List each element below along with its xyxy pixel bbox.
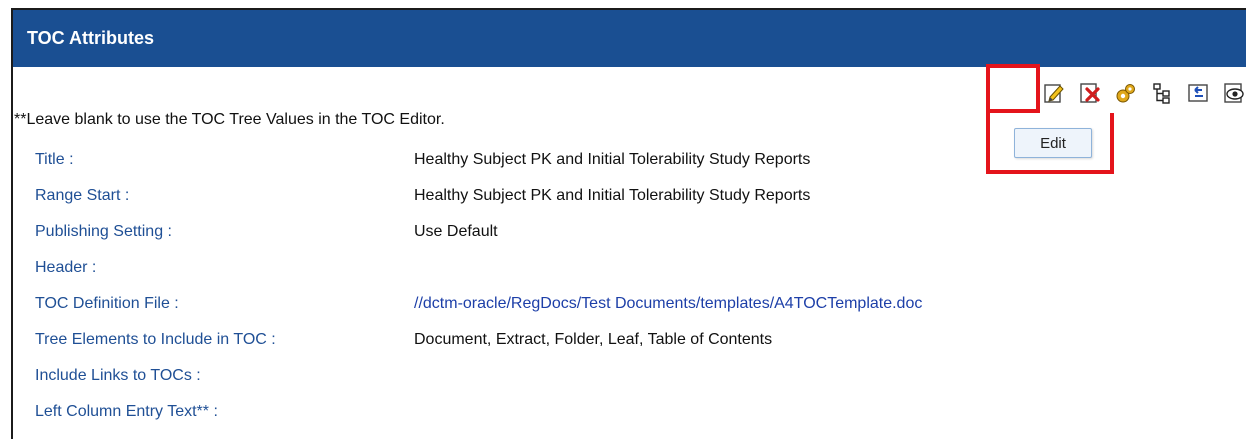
delete-icon[interactable] — [1078, 81, 1102, 105]
field-label: Title : — [35, 151, 74, 168]
edit-icon-highlight — [986, 64, 1040, 113]
field-value: Document, Extract, Folder, Leaf, Table o… — [414, 331, 773, 348]
edit-icon[interactable] — [1042, 81, 1066, 105]
field-label: Header : — [35, 259, 97, 276]
field-label: Publishing Setting : — [35, 223, 172, 240]
field-value: Use Default — [414, 223, 498, 240]
preview-icon[interactable] — [1222, 81, 1246, 105]
tree-structure-icon[interactable] — [1150, 81, 1174, 105]
field-label: Range Start : — [35, 187, 130, 204]
field-label: Include Links to TOCs : — [35, 367, 201, 384]
field-label: TOC Definition File : — [35, 295, 179, 312]
field-label: Tree Elements to Include in TOC : — [35, 331, 276, 348]
toc-definition-file-link[interactable]: //dctm-oracle/RegDocs/Test Documents/tem… — [414, 295, 922, 313]
panel-title: TOC Attributes — [27, 28, 155, 48]
settings-gears-icon[interactable] — [1114, 81, 1138, 105]
panel-header: TOC Attributes — [13, 10, 1246, 67]
toolbar — [1042, 78, 1246, 108]
field-label: Left Column Entry Text** : — [35, 403, 218, 420]
toc-attributes-panel: TOC Attributes **Leave blank to use the … — [11, 8, 1246, 439]
tooltip-highlight — [986, 113, 1114, 174]
instruction-note: **Leave blank to use the TOC Tree Values… — [14, 111, 445, 128]
export-icon[interactable] — [1186, 81, 1210, 105]
field-value: Healthy Subject PK and Initial Tolerabil… — [414, 151, 811, 168]
field-value: Healthy Subject PK and Initial Tolerabil… — [414, 187, 811, 204]
